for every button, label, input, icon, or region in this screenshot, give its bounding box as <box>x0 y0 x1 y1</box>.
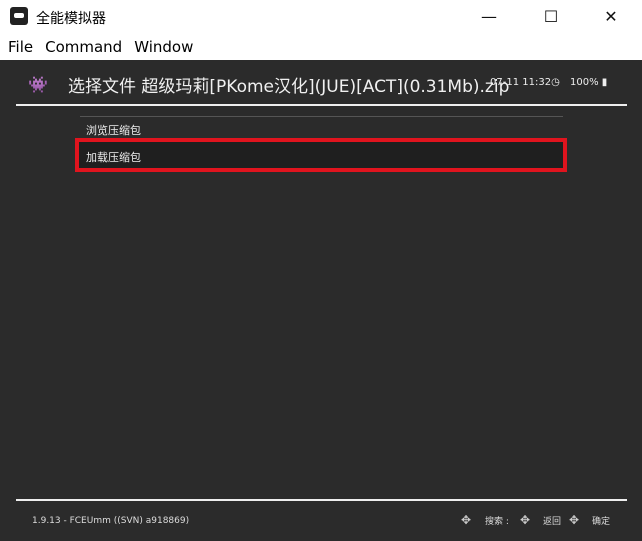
selected-item-highlight <box>75 138 567 172</box>
battery-icon: ▮ <box>601 77 608 88</box>
version-text: 1.9.13 - FCEUmm ((SVN) a918869) <box>32 516 190 526</box>
page-title: 选择文件 超级玛莉[PKome汉化](JUE)[ACT](0.31Mb).zip <box>68 77 510 97</box>
list-item-load-archive[interactable]: 加载压缩包 <box>86 149 141 165</box>
menu-command[interactable]: Command <box>45 38 122 56</box>
menu-window[interactable]: Window <box>134 38 193 56</box>
gamepad-dpad-icon: ✥ <box>461 513 472 527</box>
close-button[interactable]: ✕ <box>588 0 634 32</box>
list-item-browse-archive[interactable]: 浏览压缩包 <box>86 122 141 138</box>
list-divider <box>80 116 563 117</box>
back-hint[interactable]: 返回 <box>543 514 561 527</box>
ok-hint[interactable]: 确定 <box>592 514 610 527</box>
title-bar: 全能模拟器 — ☐ ✕ <box>0 0 642 34</box>
header-divider <box>16 104 627 106</box>
clock-text: 07-11 11:32 <box>490 77 552 88</box>
retroarch-logo-icon: 👾 <box>28 75 48 94</box>
search-hint[interactable]: 搜索 : <box>485 514 509 527</box>
main-content: 👾 选择文件 超级玛莉[PKome汉化](JUE)[ACT](0.31Mb).z… <box>0 60 642 541</box>
app-icon <box>10 7 28 25</box>
maximize-button[interactable]: ☐ <box>528 0 574 32</box>
gamepad-button-icon: ✥ <box>569 513 580 527</box>
menu-bar: File Command Window <box>0 34 642 60</box>
clock: 07-11 11:32◷ <box>490 77 560 88</box>
footer-divider <box>16 499 627 501</box>
battery: 100% ▮ <box>570 77 607 88</box>
menu-file[interactable]: File <box>8 38 33 56</box>
window-title: 全能模拟器 <box>36 11 106 27</box>
gamepad-button-icon: ✥ <box>520 513 531 527</box>
clock-icon: ◷ <box>551 77 560 88</box>
battery-text: 100% <box>570 77 599 88</box>
minimize-button[interactable]: — <box>466 0 512 32</box>
